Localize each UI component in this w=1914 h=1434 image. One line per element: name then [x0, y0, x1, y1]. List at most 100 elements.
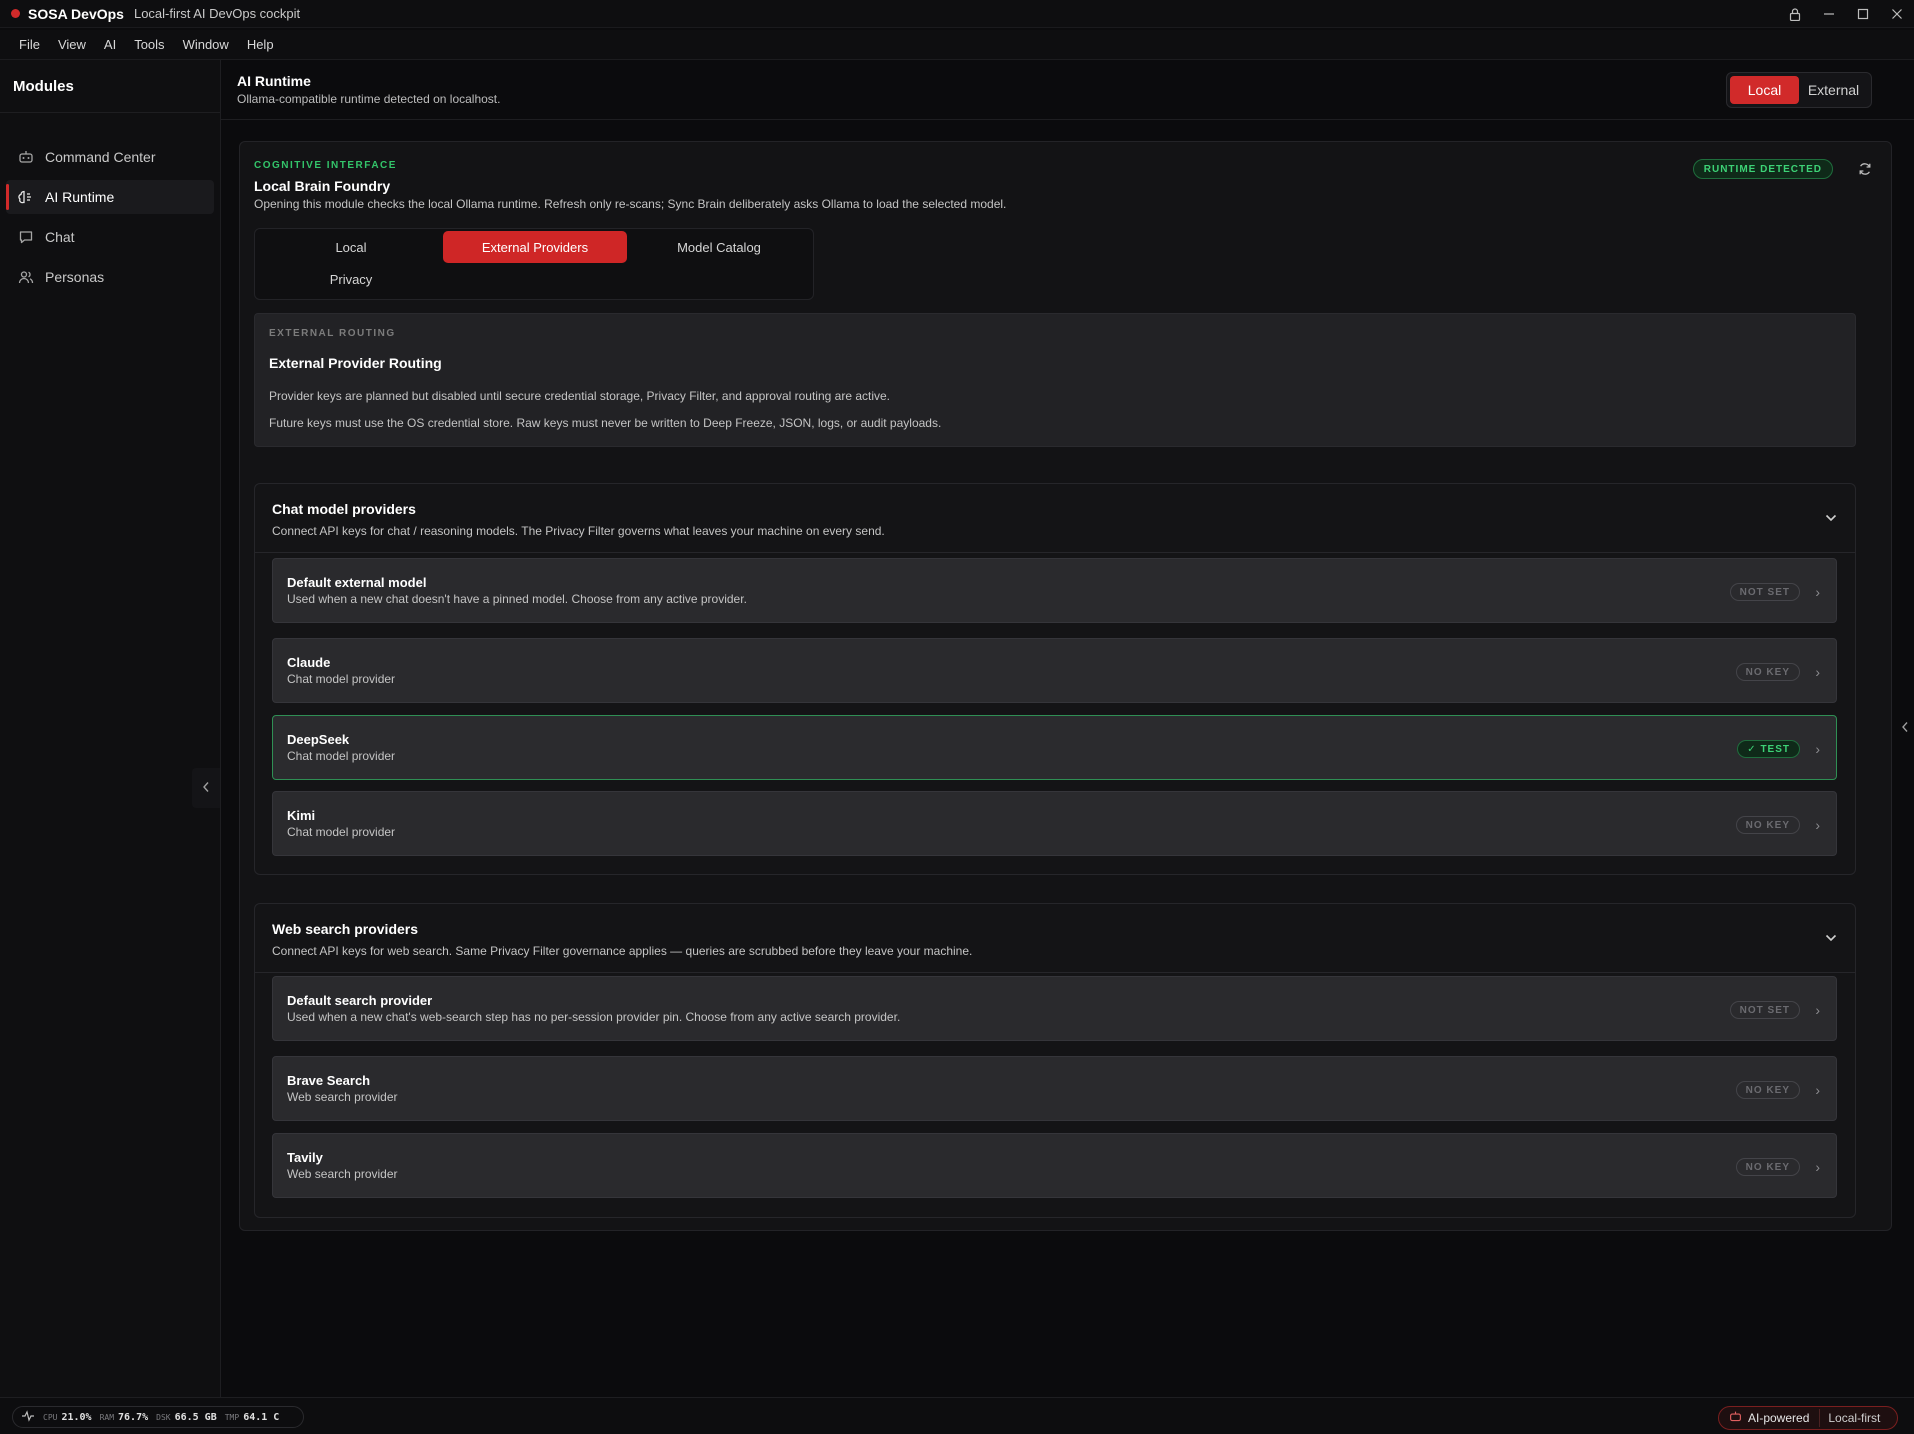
routing-eyebrow: EXTERNAL ROUTING: [269, 328, 396, 339]
maximize-icon[interactable]: [1846, 0, 1880, 28]
status-bar: CPU 21.0% RAM 76.7% DSK 66.5 GB TMP 64.1…: [0, 1397, 1914, 1434]
provider-row-tavily[interactable]: Tavily Web search provider NO KEY ›: [272, 1133, 1837, 1198]
activity-icon: [21, 1409, 35, 1425]
chevron-left-icon: [202, 781, 210, 796]
mode-external-button[interactable]: External: [1799, 76, 1868, 104]
status-badge: NOT SET: [1729, 1001, 1800, 1019]
routing-note: Provider keys are planned but disabled u…: [269, 389, 891, 403]
minimize-icon[interactable]: [1812, 0, 1846, 28]
provider-row-claude[interactable]: Claude Chat model provider NO KEY ›: [272, 638, 1837, 703]
cpu-label: CPU: [43, 1412, 58, 1422]
row-subtitle: Chat model provider: [287, 825, 396, 839]
collapse-sidebar-button[interactable]: [192, 768, 220, 808]
section-header[interactable]: Web search providers Connect API keys fo…: [255, 904, 1855, 973]
title-bar: SOSA DevOps Local-first AI DevOps cockpi…: [0, 0, 1914, 28]
row-subtitle: Chat model provider: [287, 749, 396, 763]
sidebar-item-label: AI Runtime: [45, 189, 115, 205]
routing-title: External Provider Routing: [269, 355, 442, 371]
chevron-right-icon: ›: [1815, 664, 1820, 680]
expand-right-panel-button[interactable]: [1896, 708, 1914, 748]
row-subtitle: Used when a new chat doesn't have a pinn…: [287, 592, 747, 606]
section-header[interactable]: Chat model providers Connect API keys fo…: [255, 484, 1855, 553]
row-title: Default search provider: [287, 993, 433, 1008]
row-title: DeepSeek: [287, 732, 350, 747]
robot-icon: [1729, 1410, 1742, 1426]
sidebar-divider: [0, 112, 220, 113]
menu-file[interactable]: File: [10, 30, 49, 60]
row-subtitle: Chat model provider: [287, 672, 396, 686]
sidebar-item-ai-runtime[interactable]: AI Runtime: [6, 180, 214, 214]
provider-row-default-external-model[interactable]: Default external model Used when a new c…: [272, 558, 1837, 623]
app-name: SOSA DevOps: [28, 5, 124, 22]
ram-label: RAM: [99, 1412, 115, 1422]
disk-label: DSK: [156, 1412, 171, 1422]
chevron-right-icon: ›: [1815, 1002, 1820, 1018]
chevron-right-icon: ›: [1815, 1082, 1820, 1098]
runtime-status-badge: RUNTIME DETECTED: [1692, 159, 1833, 179]
robot-icon: [17, 148, 35, 166]
menu-tools[interactable]: Tools: [125, 30, 173, 60]
row-title: Brave Search: [287, 1073, 371, 1088]
chevron-left-icon: [1901, 721, 1909, 736]
sidebar-item-chat[interactable]: Chat: [6, 220, 214, 254]
provider-row-deepseek[interactable]: DeepSeek Chat model provider ✓ TEST ›: [272, 715, 1837, 780]
provider-row-default-search-provider[interactable]: Default search provider Used when a new …: [272, 976, 1837, 1041]
status-badge: NO KEY: [1735, 1081, 1800, 1099]
menu-help[interactable]: Help: [238, 30, 283, 60]
disk-value: 66.5 GB: [174, 1411, 217, 1423]
mode-local-button[interactable]: Local: [1730, 76, 1799, 104]
mode-toggle: Local External: [1726, 72, 1872, 108]
page-subtitle: Ollama-compatible runtime detected on lo…: [237, 92, 501, 106]
ai-powered-label: AI-powered: [1748, 1411, 1810, 1425]
app-logo-dot: [11, 9, 20, 18]
row-subtitle: Used when a new chat's web-search step h…: [287, 1010, 901, 1024]
system-stats[interactable]: CPU 21.0% RAM 76.7% DSK 66.5 GB TMP 64.1…: [12, 1406, 304, 1428]
card-description: Opening this module checks the local Oll…: [254, 197, 1007, 211]
menu-bar: File View AI Tools Window Help: [0, 30, 1914, 60]
app-tagline: Local-first AI DevOps cockpit: [133, 6, 301, 21]
temp-value: 64.1 C: [243, 1411, 280, 1423]
provider-row-kimi[interactable]: Kimi Chat model provider NO KEY ›: [272, 791, 1837, 856]
cognitive-interface-card: COGNITIVE INTERFACE Local Brain Foundry …: [239, 141, 1892, 1231]
page-title: AI Runtime: [237, 73, 311, 89]
sidebar-item-command-center[interactable]: Command Center: [6, 140, 214, 174]
ram-value: 76.7%: [118, 1411, 149, 1423]
menu-window[interactable]: Window: [174, 30, 238, 60]
search-providers-section: Web search providers Connect API keys fo…: [254, 903, 1856, 1218]
menu-ai[interactable]: AI: [95, 30, 125, 60]
tab-privacy[interactable]: Privacy: [259, 263, 443, 295]
tab-model-catalog[interactable]: Model Catalog: [627, 231, 811, 263]
chevron-down-icon[interactable]: [1825, 510, 1837, 525]
chevron-right-icon: ›: [1815, 741, 1820, 757]
cpu-value: 21.0%: [61, 1411, 92, 1423]
refresh-button[interactable]: [1853, 158, 1877, 182]
sidebar-item-label: Personas: [45, 269, 105, 285]
chevron-down-icon[interactable]: [1825, 930, 1837, 945]
users-icon: [17, 268, 35, 286]
menu-view[interactable]: View: [49, 30, 95, 60]
temp-label: TMP: [224, 1412, 240, 1422]
section-title: Chat model providers: [272, 501, 416, 517]
tab-external-providers[interactable]: External Providers: [443, 231, 627, 263]
tab-local[interactable]: Local: [259, 231, 443, 263]
chevron-right-icon: ›: [1815, 817, 1820, 833]
chat-providers-section: Chat model providers Connect API keys fo…: [254, 483, 1856, 875]
tabs: Local External Providers Model Catalog P…: [254, 228, 814, 300]
provider-row-brave-search[interactable]: Brave Search Web search provider NO KEY …: [272, 1056, 1837, 1121]
external-routing-panel: EXTERNAL ROUTING External Provider Routi…: [254, 313, 1856, 447]
refresh-icon: [1858, 162, 1872, 179]
card-eyebrow: COGNITIVE INTERFACE: [254, 160, 397, 171]
sidebar-item-personas[interactable]: Personas: [6, 260, 214, 294]
row-title: Claude: [287, 655, 331, 670]
ai-mode-pill[interactable]: AI-powered Local-first: [1718, 1406, 1898, 1430]
lock-icon[interactable]: [1778, 0, 1812, 28]
sidebar-item-label: Chat: [45, 229, 75, 245]
close-icon[interactable]: [1880, 0, 1914, 28]
row-subtitle: Web search provider: [287, 1090, 398, 1104]
local-first-label: Local-first: [1819, 1409, 1888, 1427]
row-title: Kimi: [287, 808, 316, 823]
status-badge: NO KEY: [1735, 816, 1800, 834]
section-title: Web search providers: [272, 921, 419, 937]
chevron-right-icon: ›: [1815, 1159, 1820, 1175]
routing-note: Future keys must use the OS credential s…: [269, 416, 942, 430]
